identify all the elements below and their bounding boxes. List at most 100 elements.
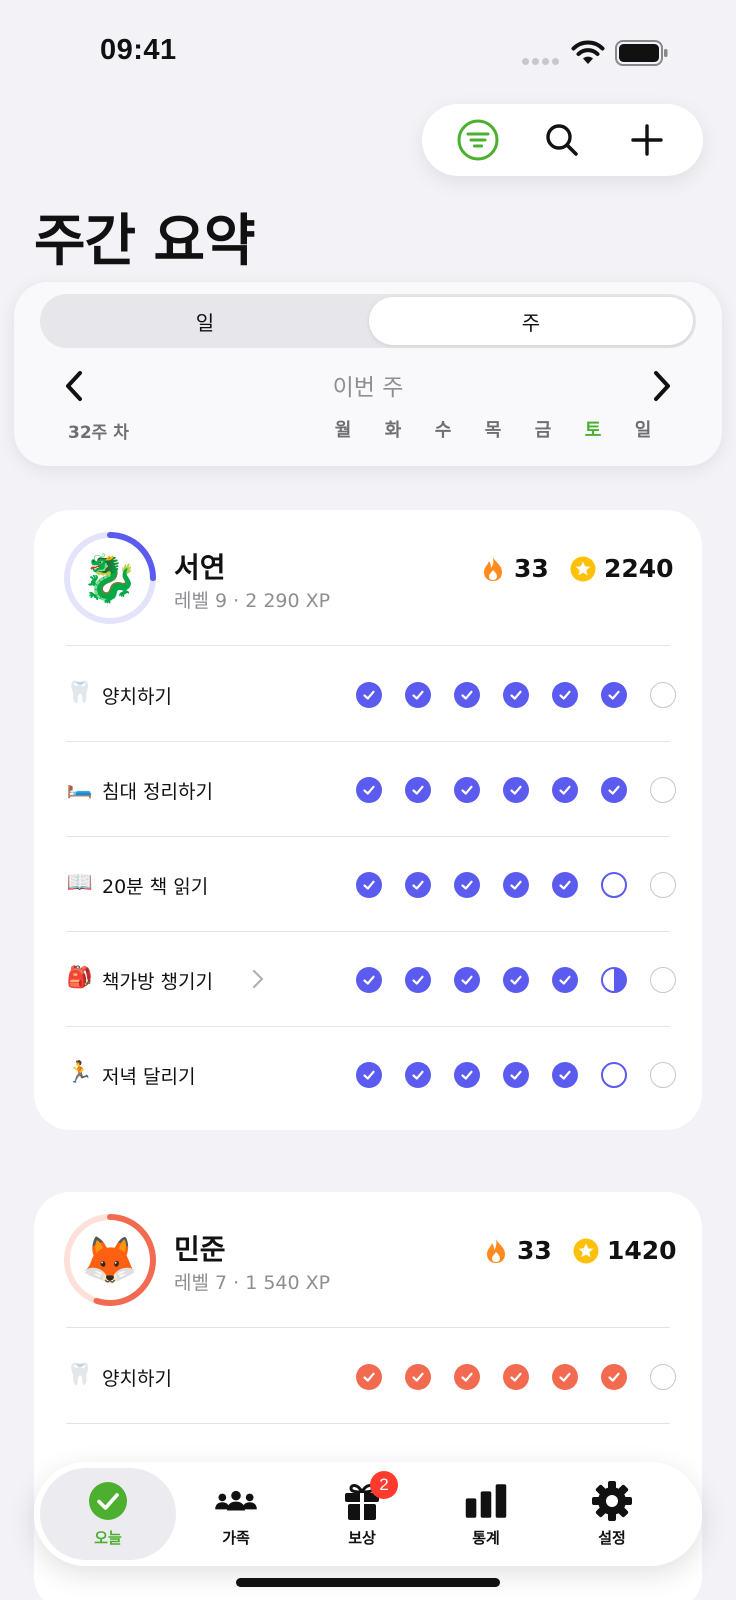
day-check-done[interactable] — [503, 1062, 529, 1088]
day-check-empty[interactable] — [650, 1364, 676, 1390]
day-check-done[interactable] — [405, 1062, 431, 1088]
star-icon — [573, 1238, 599, 1264]
member-card[interactable]: 🐉 서연 레벨 9 · 2 290 XP 33 2240 🦷 양치하기 🛏️ 침대 정… — [34, 510, 702, 1130]
day-check-done[interactable] — [454, 1062, 480, 1088]
star-icon — [570, 556, 596, 582]
day-check-done[interactable] — [503, 872, 529, 898]
day-check-done[interactable] — [503, 682, 529, 708]
battery-icon — [615, 40, 668, 66]
day-check-done[interactable] — [503, 777, 529, 803]
task-label: 저녁 달리기 — [102, 1066, 196, 1088]
week-panel: 일 주 이번 주 32주 차 월 화 수 목 금 토 일 — [14, 282, 722, 466]
search-button[interactable] — [534, 112, 590, 168]
home-indicator — [236, 1578, 500, 1587]
member-name: 민준 — [174, 1233, 226, 1266]
day-check-done[interactable] — [454, 1364, 480, 1390]
weekday-fri: 금 — [534, 420, 552, 441]
day-check-today[interactable] — [601, 872, 627, 898]
segment-day[interactable]: 일 — [43, 297, 367, 345]
weekday-thu: 목 — [484, 420, 502, 441]
stars-stat: 1420 — [573, 1236, 677, 1265]
tab-stats[interactable]: 통계 — [418, 1468, 554, 1560]
day-check-done[interactable] — [552, 1062, 578, 1088]
day-check-done[interactable] — [356, 872, 382, 898]
avatar: 🐉 — [81, 550, 139, 605]
member-name: 서연 — [174, 551, 226, 584]
task-row[interactable]: 🦷 양치하기 — [66, 646, 676, 742]
task-row[interactable]: 🎒 책가방 챙기기 — [66, 931, 676, 1027]
day-check-partial[interactable] — [601, 967, 627, 993]
tab-rewards[interactable]: 2 보상 — [294, 1468, 430, 1560]
tab-label: 설정 — [598, 1528, 626, 1547]
day-check-done[interactable] — [356, 777, 382, 803]
task-row[interactable]: 🛏️ 침대 정리하기 — [66, 741, 676, 837]
day-check-done[interactable] — [356, 1364, 382, 1390]
task-row[interactable]: 🏃 저녁 달리기 — [66, 1026, 676, 1122]
day-check-done[interactable] — [601, 1364, 627, 1390]
day-check-done[interactable] — [356, 1062, 382, 1088]
chevron-right-icon — [252, 969, 264, 994]
tab-family[interactable]: 가족 — [168, 1468, 304, 1560]
task-label: 침대 정리하기 — [102, 781, 213, 803]
task-emoji: 🦷 — [66, 680, 94, 704]
day-check-done[interactable] — [454, 777, 480, 803]
day-check-done[interactable] — [405, 777, 431, 803]
page-title: 주간 요약 — [34, 209, 256, 274]
day-check-done[interactable] — [454, 682, 480, 708]
tab-settings[interactable]: 설정 — [544, 1468, 680, 1560]
day-check-done[interactable] — [552, 1364, 578, 1390]
weekday-sat: 토 — [584, 420, 602, 441]
segment-week[interactable]: 주 — [369, 297, 693, 345]
day-check-today[interactable] — [601, 1062, 627, 1088]
status-bar: 09:41 — [0, 0, 736, 100]
day-check-done[interactable] — [405, 1364, 431, 1390]
tab-today[interactable]: 오늘 — [40, 1468, 176, 1560]
day-check-done[interactable] — [356, 967, 382, 993]
filter-button[interactable] — [450, 112, 506, 168]
task-label: 양치하기 — [102, 686, 172, 708]
day-check-done[interactable] — [454, 872, 480, 898]
day-check-done[interactable] — [405, 682, 431, 708]
avatar: 🦊 — [81, 1232, 139, 1287]
weekday-tue: 화 — [384, 420, 402, 441]
next-week-button[interactable] — [642, 366, 682, 406]
day-check-done[interactable] — [552, 682, 578, 708]
member-level: 레벨 7 · 1 540 XP — [174, 1272, 331, 1294]
day-check-done[interactable] — [356, 682, 382, 708]
add-button[interactable] — [619, 112, 675, 168]
gear-icon — [590, 1480, 634, 1521]
stars-count: 2240 — [604, 554, 674, 583]
day-check-done[interactable] — [601, 777, 627, 803]
tab-label: 통계 — [472, 1528, 500, 1547]
task-label: 책가방 챙기기 — [102, 971, 213, 993]
day-check-done[interactable] — [552, 777, 578, 803]
task-label: 양치하기 — [102, 1368, 172, 1390]
checkmark-circle-icon — [86, 1481, 130, 1521]
weekday-sun: 일 — [634, 420, 652, 441]
member-level: 레벨 9 · 2 290 XP — [174, 590, 331, 612]
task-row[interactable]: 📖 20분 책 읽기 — [66, 836, 676, 932]
day-check-done[interactable] — [454, 967, 480, 993]
task-emoji: 📖 — [66, 870, 94, 894]
weekday-wed: 수 — [434, 420, 452, 441]
day-check-empty[interactable] — [650, 967, 676, 993]
day-check-done[interactable] — [552, 967, 578, 993]
rewards-badge: 2 — [370, 1470, 398, 1499]
day-check-empty[interactable] — [650, 872, 676, 898]
day-check-done[interactable] — [405, 872, 431, 898]
status-time: 09:41 — [100, 34, 177, 66]
task-row[interactable]: 🦷 양치하기 — [66, 1328, 676, 1424]
day-check-done[interactable] — [601, 682, 627, 708]
day-check-empty[interactable] — [650, 682, 676, 708]
day-check-done[interactable] — [552, 872, 578, 898]
people-icon — [214, 1481, 258, 1521]
bar-chart-icon — [464, 1481, 508, 1521]
day-check-done[interactable] — [405, 967, 431, 993]
day-check-empty[interactable] — [650, 777, 676, 803]
search-icon — [546, 124, 579, 156]
task-emoji: 🎒 — [66, 965, 94, 989]
day-check-done[interactable] — [503, 967, 529, 993]
day-check-done[interactable] — [503, 1364, 529, 1390]
day-check-empty[interactable] — [650, 1062, 676, 1088]
wifi-icon — [571, 40, 605, 64]
